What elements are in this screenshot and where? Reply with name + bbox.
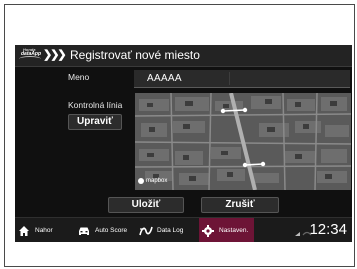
name-field[interactable]: AAAAA [134, 70, 350, 88]
mapbox-attribution-text: mapbox [146, 178, 168, 184]
clock: 12:34 [309, 221, 347, 238]
nav-item-settings[interactable]: Nastaven. [199, 218, 254, 242]
cancel-button[interactable]: Zrušiť [201, 197, 279, 213]
gear-icon [201, 224, 215, 238]
mapbox-attribution: mapbox [138, 178, 167, 184]
edit-button[interactable]: Upraviť [68, 114, 122, 130]
satellite-map[interactable]: mapbox [135, 93, 351, 190]
back-arrows-icon: ❯❯❯ [43, 49, 67, 61]
home-icon [17, 224, 31, 238]
map-imagery [135, 93, 351, 190]
page-title: Registrovať nové miesto [70, 48, 200, 62]
nav-item-label: Nastaven. [219, 227, 249, 234]
nav-item-home[interactable]: Nahor [17, 218, 73, 242]
save-button[interactable]: Uložiť [108, 197, 184, 213]
title-bar: Honda dataApp ❯❯❯ Registrovať nové miest… [15, 45, 352, 67]
car-icon [77, 224, 91, 238]
track-icon [139, 224, 153, 238]
name-field-value: AAAAA [147, 73, 182, 84]
logo-swoosh-icon [19, 56, 41, 62]
screenshot-frame: Honda dataApp ❯❯❯ Registrovať nové miest… [4, 4, 355, 267]
back-button[interactable]: ❯❯❯ [43, 46, 67, 64]
name-label: Meno [68, 72, 90, 82]
nav-item-data-log[interactable]: Data Log [139, 218, 197, 242]
nav-item-label: Nahor [35, 227, 53, 234]
brand-logo: Honda dataApp [17, 47, 43, 63]
bottom-nav-bar: Nahor Auto Score Data Log Nastaven. 12:3… [15, 217, 352, 242]
mapbox-logo-icon [138, 178, 144, 184]
nav-item-label: Data Log [157, 227, 184, 234]
signal-icon [295, 232, 300, 236]
checkline-label: Kontrolná línia [68, 100, 123, 110]
nav-item-auto-score[interactable]: Auto Score [77, 218, 135, 242]
nav-item-label: Auto Score [95, 227, 128, 234]
app-screen: Honda dataApp ❯❯❯ Registrovať nové miest… [15, 45, 352, 242]
name-field-divider [229, 72, 230, 85]
